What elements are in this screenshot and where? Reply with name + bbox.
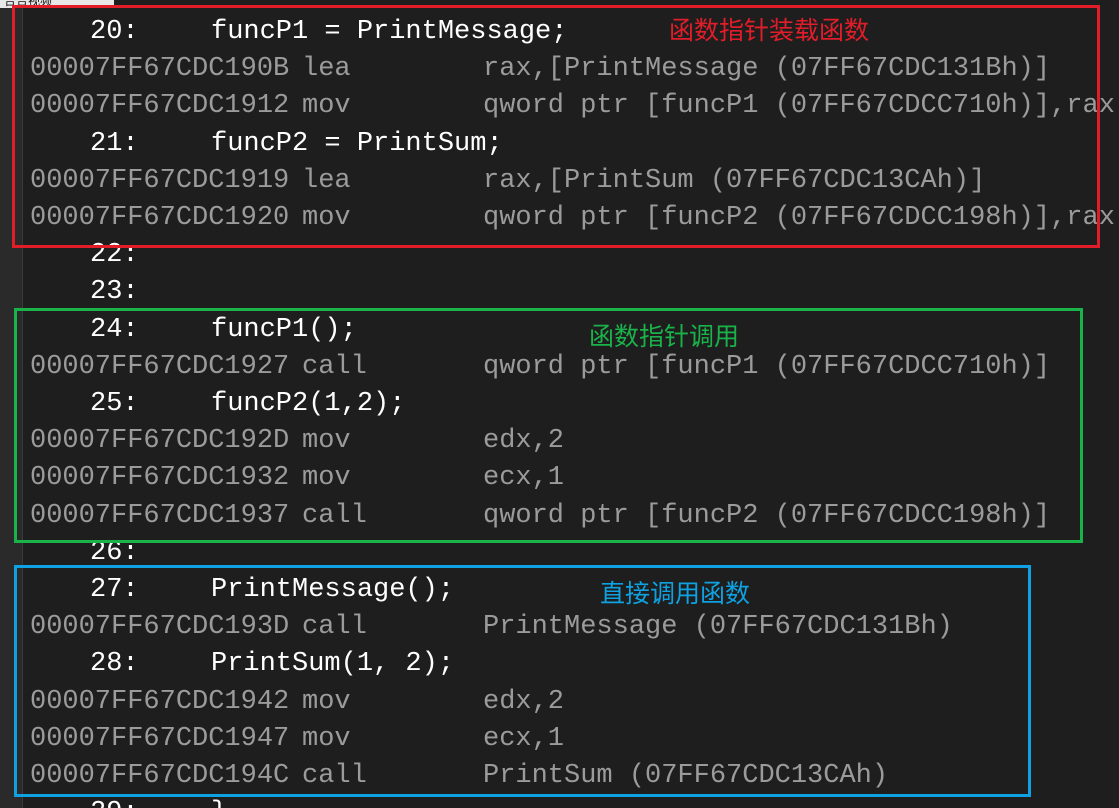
line-number: 23:: [90, 277, 139, 308]
annotation-direct: 直接调用函数: [600, 579, 751, 608]
disassembly-window: 合合视频 20: funcP1 = PrintMessage; 00007FF67C…: [0, 0, 1119, 808]
direct-call-region-box: [14, 565, 1031, 797]
pointer-load-region-box: [12, 5, 1100, 248]
pointer-call-region-box: [14, 308, 1083, 543]
annotation-load: 函数指针装载函数: [669, 16, 870, 45]
line-number: 29:: [90, 795, 139, 808]
annotation-call: 函数指针调用: [589, 322, 740, 351]
source-code: }: [211, 795, 227, 808]
